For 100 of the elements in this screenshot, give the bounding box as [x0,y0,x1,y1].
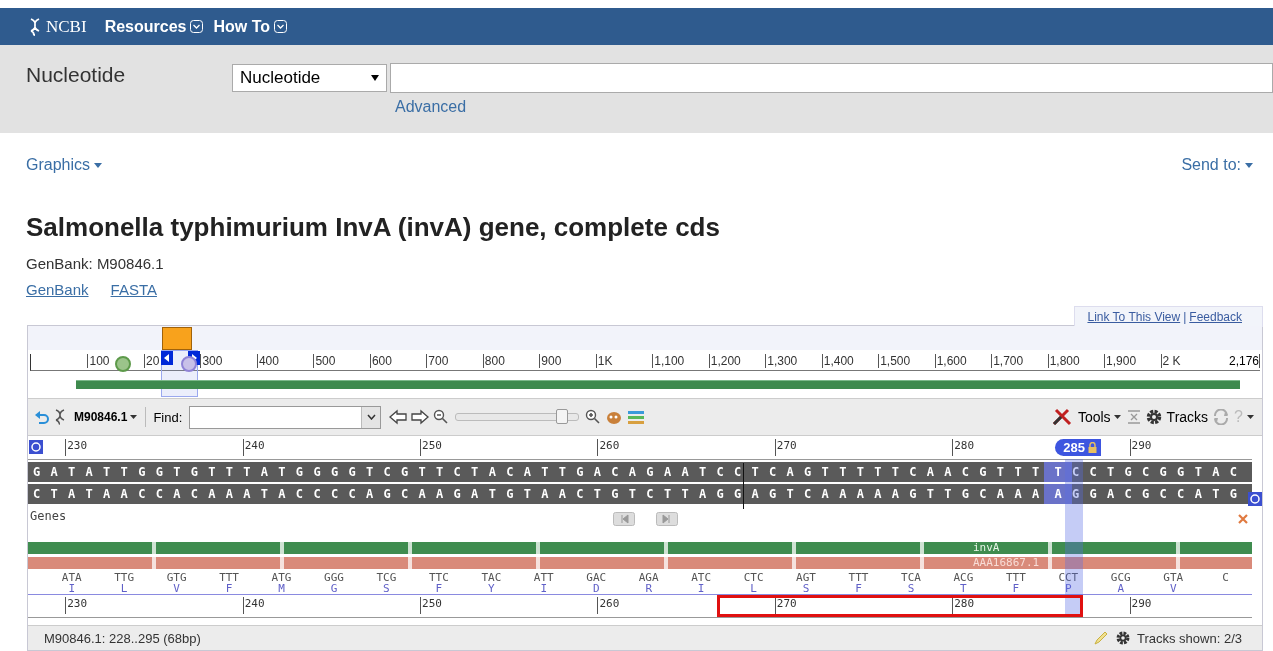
close-icon[interactable] [1238,514,1248,524]
previous-icon[interactable] [613,512,635,526]
ruler-label: 250 [420,439,442,456]
record-title: Salmonella typhimurium InvA (invA) gene, complete cds [26,212,721,243]
caret-icon [130,415,138,419]
ruler-label: 260 [597,439,620,456]
ruler-label: 800 [482,354,505,368]
codon-text: ATT [533,572,554,583]
ruler-label: 1,700 [991,354,1024,368]
gene-bar[interactable]: invA [28,542,1252,554]
color-bars-icon[interactable] [627,409,646,425]
codon-text: C [1222,572,1229,583]
zoom-out-icon[interactable] [433,409,450,425]
codon-text: TAC [481,572,502,583]
codon-text: GTG [166,572,187,583]
track-label: Genes [30,509,67,523]
database-title: Nucleotide [26,63,127,88]
amino-acid-text: F [1012,583,1020,594]
link-to-view-link[interactable]: Link To This View [1087,309,1181,324]
ruler-label: 240 [242,597,265,614]
gear-icon[interactable] [1144,408,1163,426]
amino-acid-text: S [383,583,390,594]
ruler-label: 600 [369,354,392,368]
right-arrow-icon[interactable] [411,409,430,425]
format-link[interactable]: GenBank [26,281,89,298]
database-select[interactable]: Nucleotide [232,64,387,92]
codon-text: TTC [428,572,449,583]
amino-acid-text: I [68,583,75,594]
ruler-label: 1,500 [878,354,911,368]
ruler-label: 280 [952,597,975,614]
ruler-label: 1,900 [1104,354,1137,368]
separator-text: | [1183,309,1187,324]
amino-acid-text: F [855,583,862,594]
helix-icon[interactable] [54,409,66,425]
pin-icon[interactable] [115,355,131,373]
bug-icon[interactable] [605,409,624,425]
amino-acid-text: I [697,583,705,594]
amino-acid-text: P [1065,583,1072,594]
codon-text: GTA [1163,572,1184,583]
codon-text: TTT [219,572,239,583]
send-to-menu[interactable]: Send to: [1181,156,1253,174]
ruler-label: 1,200 [708,354,741,368]
tracks-shown-text[interactable]: Tracks shown: 2/3 [1137,630,1242,646]
accession-menu[interactable]: M90846.1 [70,410,142,424]
caret-icon [1113,415,1121,419]
strand-flag-icon[interactable] [1248,492,1262,506]
zoom-in-icon[interactable] [585,409,602,425]
ruler-label: 2 K [1160,354,1181,368]
ruler-label: 20 [143,354,160,368]
ruler-label: 900 [539,354,562,368]
left-arrow-icon[interactable] [389,409,408,425]
amino-acid-text: L [750,583,757,594]
view-marker[interactable] [162,327,192,350]
ncbi-logo[interactable]: NCBI [46,16,87,37]
tools-menu[interactable]: Tools [1075,409,1123,425]
ruler-label: 2,176 [1228,354,1260,368]
amino-acid-text: M [278,583,285,594]
codon-text: GGG [324,572,344,583]
slider-thumb[interactable] [556,409,569,424]
header-menu[interactable]: How To [213,17,288,36]
ruler-label: 1,400 [821,354,854,368]
amino-acid-text: S [907,583,915,594]
collapse-icon[interactable] [1126,409,1141,425]
feedback-link[interactable]: Feedback [1189,309,1242,324]
strand-flag-icon[interactable] [29,440,43,454]
amino-acid-text: F [225,583,233,594]
codon-text: CTC [743,572,764,583]
amino-acid-text: I [540,583,548,594]
ruler-label: 270 [774,597,797,614]
advanced-link[interactable]: Advanced [395,98,1273,116]
codon-text: ATA [61,572,82,583]
find-field[interactable] [189,405,382,429]
codon-text: GAC [586,572,607,583]
find-label: Find: [153,409,183,425]
ruler-label: 240 [242,439,265,456]
left-handle-icon[interactable] [161,351,173,365]
search-field[interactable] [390,63,1273,93]
caret-icon [1245,162,1253,168]
header-menu[interactable]: Resources [104,17,204,36]
ruler-label: 100 [87,354,110,368]
ruler-label: 1,300 [765,354,798,368]
tracks-label[interactable]: Tracks [1166,409,1209,425]
ruler-label: 1K [595,354,613,368]
amino-acid-text: L [120,583,128,594]
caret-icon [94,162,103,168]
ruler-label: 1,600 [934,354,967,368]
next-icon[interactable] [656,512,678,526]
codon-text: AGA [638,572,659,583]
back-arrow-icon[interactable] [34,409,50,425]
helix-icon [28,17,42,36]
caret-icon[interactable] [1247,415,1254,419]
position-marker[interactable]: 285 [1055,439,1101,456]
amino-acid-text: R [645,583,652,594]
pin-icon[interactable] [181,355,197,373]
format-link[interactable]: FASTA [110,281,157,298]
codon-text: TCA [901,572,921,583]
gear-icon[interactable] [1115,630,1131,646]
amino-acid-text: Y [488,583,495,594]
graphics-menu[interactable]: Graphics [26,156,103,174]
codon-text: AGT [796,572,816,583]
